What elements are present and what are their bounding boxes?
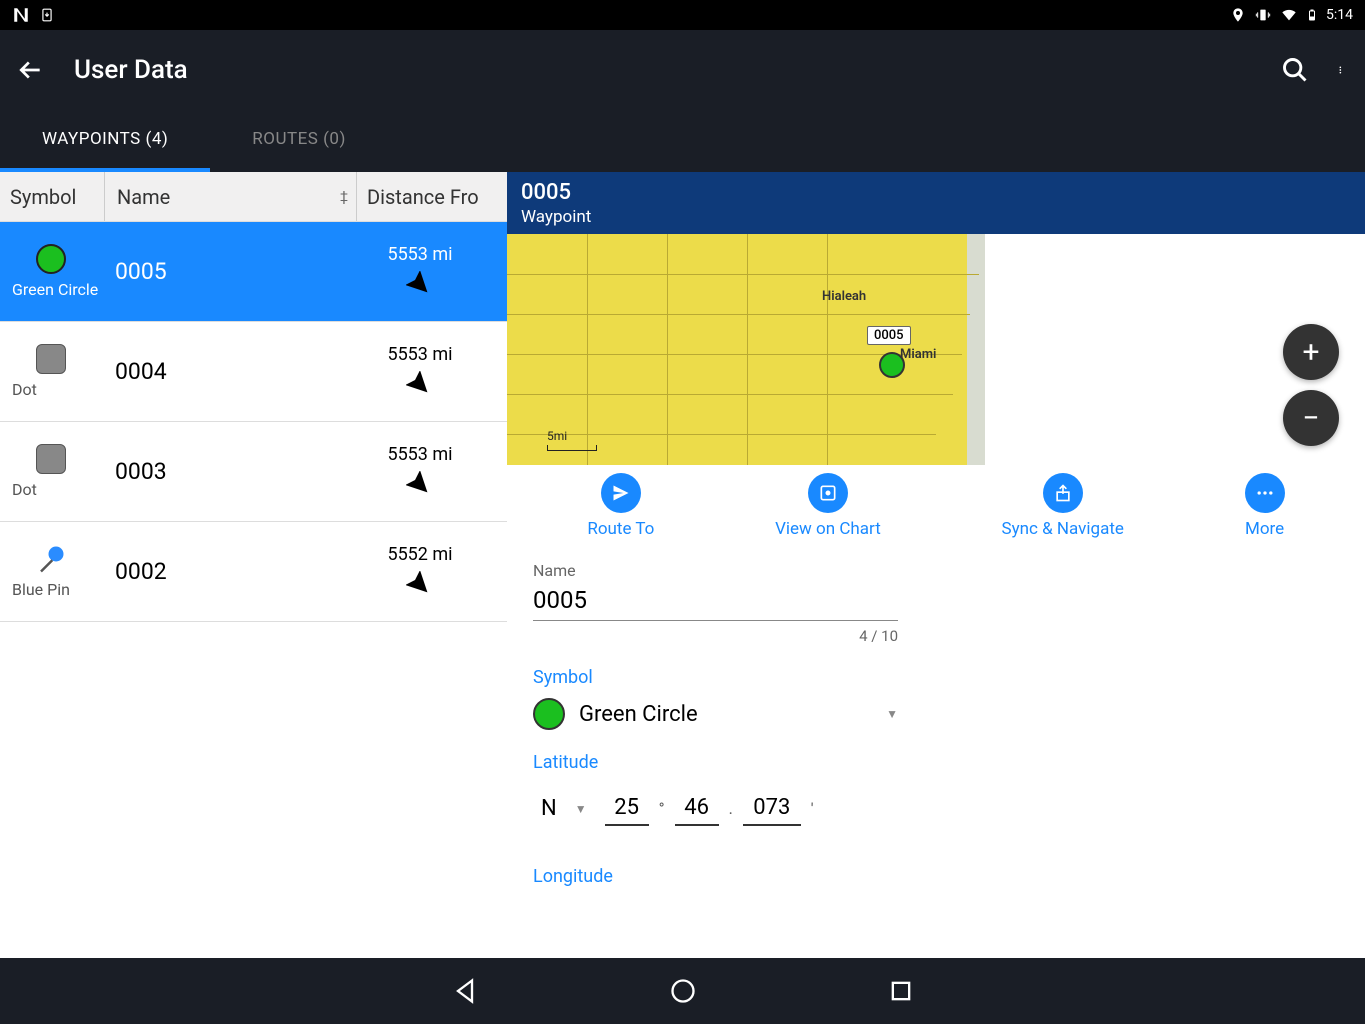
route-to-button[interactable]: Route To: [587, 473, 654, 539]
dot-separator: .: [729, 799, 733, 818]
map-scale: 5mi: [547, 429, 597, 451]
detail-header: 0005 Waypoint: [507, 172, 1365, 234]
battery-icon: [1306, 6, 1318, 24]
detail-title: 0005: [521, 180, 1351, 205]
row-distance: 5553 mi: [387, 444, 452, 465]
download-icon: [40, 6, 54, 24]
n-logo-icon: [12, 6, 30, 24]
zoom-in-button[interactable]: +: [1283, 324, 1339, 380]
chart-icon: [818, 483, 838, 503]
map-label-hialeah: Hialeah: [822, 289, 866, 304]
nav-back-icon[interactable]: [451, 977, 479, 1005]
more-button[interactable]: More: [1245, 473, 1285, 539]
waypoint-list-panel: Symbol Name Distance Fro Green Circle 00…: [0, 172, 507, 895]
char-count: 4 / 10: [533, 627, 898, 645]
green-circle-icon: [36, 244, 66, 274]
hemisphere-select[interactable]: N ▼: [533, 796, 595, 821]
bearing-arrow-icon: [406, 271, 434, 299]
symbol-label: Dot: [12, 480, 37, 499]
nav-home-icon[interactable]: [669, 977, 697, 1005]
degree-symbol: °: [659, 799, 665, 818]
map-waypoint-label: 0005: [867, 326, 911, 345]
latitude-label: Latitude: [533, 752, 1339, 773]
page-title: User Data: [74, 55, 188, 85]
upload-icon: [1053, 483, 1073, 503]
th-name[interactable]: Name: [105, 172, 357, 221]
more-vert-icon[interactable]: [1339, 56, 1347, 84]
bearing-arrow-icon: [406, 571, 434, 599]
row-name: 0005: [105, 258, 377, 285]
status-time: 5:14: [1326, 7, 1353, 23]
location-icon: [1230, 7, 1246, 23]
lat-minutes-input[interactable]: [675, 791, 719, 826]
route-icon: [611, 483, 631, 503]
row-name: 0003: [105, 458, 377, 485]
row-name: 0004: [105, 358, 377, 385]
table-row[interactable]: Blue Pin 0002 5552 mi: [0, 522, 507, 622]
detail-subtitle: Waypoint: [521, 207, 1351, 227]
tabs: WAYPOINTS (4) ROUTES (0): [0, 110, 1365, 172]
more-horiz-icon: [1255, 483, 1275, 503]
map-label-miami: Miami: [900, 347, 936, 362]
name-input[interactable]: [533, 580, 898, 621]
detail-panel: 0005 Waypoint Hialeah Miami 0005: [507, 172, 1365, 895]
minute-symbol: ': [811, 799, 814, 818]
green-circle-icon: [533, 698, 565, 730]
app-bar: User Data: [0, 30, 1365, 110]
blue-pin-icon: [36, 544, 66, 574]
row-distance: 5553 mi: [387, 344, 452, 365]
dot-icon: [36, 444, 66, 474]
table-row[interactable]: Green Circle 0005 5553 mi: [0, 222, 507, 322]
symbol-dropdown[interactable]: Green Circle ▼: [533, 698, 898, 730]
wifi-icon: [1280, 7, 1298, 23]
status-bar: 5:14: [0, 0, 1365, 30]
form-area: Name 4 / 10 Symbol Green Circle ▼ Latitu…: [507, 547, 1365, 895]
th-symbol[interactable]: Symbol: [0, 172, 105, 221]
name-label: Name: [533, 561, 1339, 580]
bearing-arrow-icon: [406, 471, 434, 499]
symbol-label: Green Circle: [12, 280, 98, 299]
chevron-down-icon: ▼: [575, 802, 587, 816]
zoom-out-button[interactable]: −: [1283, 390, 1339, 446]
nav-recent-icon[interactable]: [887, 977, 915, 1005]
tab-waypoints[interactable]: WAYPOINTS (4): [0, 110, 210, 172]
dot-icon: [36, 344, 66, 374]
chevron-down-icon: ▼: [886, 707, 898, 721]
table-header: Symbol Name Distance Fro: [0, 172, 507, 222]
back-arrow-icon[interactable]: [18, 57, 44, 83]
lat-decimal-input[interactable]: [743, 791, 801, 826]
lat-degrees-input[interactable]: [605, 791, 649, 826]
vibrate-icon: [1254, 7, 1272, 23]
row-name: 0002: [105, 558, 377, 585]
row-distance: 5553 mi: [387, 244, 452, 265]
symbol-label: Dot: [12, 380, 37, 399]
symbol-label: Blue Pin: [12, 580, 70, 599]
table-row[interactable]: Dot 0003 5553 mi: [0, 422, 507, 522]
th-distance[interactable]: Distance Fro: [357, 172, 507, 221]
action-row: Route To View on Chart Sync & Navigate M…: [507, 465, 1365, 547]
map-preview[interactable]: Hialeah Miami 0005 5mi + −: [507, 234, 1365, 465]
map-waypoint-marker: [879, 352, 905, 378]
search-icon[interactable]: [1281, 56, 1309, 84]
symbol-label: Symbol: [533, 667, 1339, 688]
table-row[interactable]: Dot 0004 5553 mi: [0, 322, 507, 422]
longitude-label: Longitude: [533, 866, 1339, 887]
view-on-chart-button[interactable]: View on Chart: [775, 473, 881, 539]
tab-routes[interactable]: ROUTES (0): [210, 110, 388, 172]
bearing-arrow-icon: [406, 371, 434, 399]
sync-navigate-button[interactable]: Sync & Navigate: [1001, 473, 1123, 539]
android-nav-bar: [0, 958, 1365, 1024]
row-distance: 5552 mi: [387, 544, 452, 565]
